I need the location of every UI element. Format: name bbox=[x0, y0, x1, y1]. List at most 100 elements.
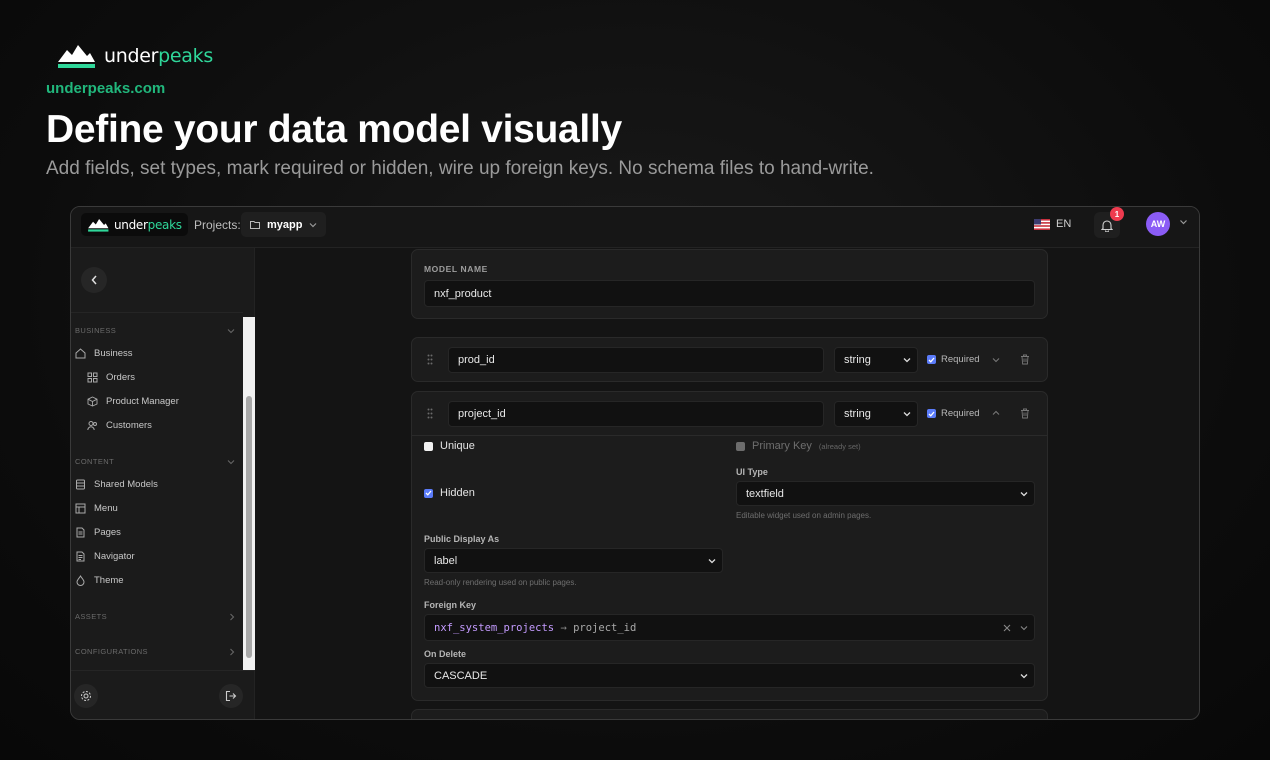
sidebar-scrollbar[interactable] bbox=[243, 317, 255, 671]
required-checkbox[interactable]: Required bbox=[927, 354, 980, 365]
logout-button[interactable] bbox=[219, 684, 243, 708]
chevron-right-icon bbox=[230, 648, 235, 655]
brand-logo: underpeaks bbox=[56, 42, 213, 70]
chevron-left-icon bbox=[91, 275, 97, 285]
required-checkbox[interactable]: Required bbox=[927, 408, 980, 419]
database-icon bbox=[76, 479, 85, 490]
foreign-key-label: Foreign Key bbox=[424, 600, 477, 610]
chevron-down-icon bbox=[227, 459, 235, 464]
field-name-input[interactable]: prod_id bbox=[448, 347, 824, 373]
field-row-expanded: project_id string Required Unique Primar… bbox=[411, 391, 1048, 701]
checkbox-checked-icon bbox=[424, 488, 433, 498]
model-name-input[interactable]: nxf_product bbox=[424, 280, 1035, 307]
drag-handle-icon[interactable] bbox=[427, 408, 433, 419]
notification-badge: 1 bbox=[1110, 207, 1124, 221]
sidebar-item-shared-models[interactable]: Shared Models bbox=[75, 479, 158, 490]
list-document-icon bbox=[76, 551, 85, 562]
sidebar: BUSINESS Business Orders Product Manager… bbox=[71, 248, 255, 719]
field-details-divider bbox=[412, 435, 1047, 436]
sidebar-item-theme[interactable]: Theme bbox=[75, 575, 124, 586]
sidebar-item-business[interactable]: Business bbox=[75, 348, 133, 359]
chevron-right-icon bbox=[230, 613, 235, 620]
chevron-up-icon[interactable] bbox=[992, 410, 1000, 416]
sidebar-item-orders[interactable]: Orders bbox=[87, 372, 135, 383]
droplet-icon bbox=[76, 575, 85, 586]
field-row: prod_id string Required bbox=[411, 337, 1048, 382]
public-display-label: Public Display As bbox=[424, 534, 500, 544]
sidebar-footer-divider bbox=[71, 670, 255, 671]
site-url: underpeaks.com bbox=[46, 80, 166, 97]
headline: Define your data model visually bbox=[46, 108, 622, 151]
section-assets[interactable]: ASSETS bbox=[75, 612, 235, 621]
trash-icon[interactable] bbox=[1020, 354, 1030, 365]
foreign-key-select[interactable]: nxf_system_projects → project_id bbox=[424, 614, 1035, 641]
ui-type-hint: Editable widget used on admin pages. bbox=[736, 511, 872, 520]
drag-handle-icon[interactable] bbox=[427, 354, 433, 365]
gear-icon bbox=[81, 691, 91, 701]
top-bar: underpeaks Projects: myapp EN 1 AW bbox=[71, 207, 1199, 248]
project-selector[interactable]: myapp bbox=[241, 212, 326, 237]
section-configurations[interactable]: CONFIGURATIONS bbox=[75, 647, 235, 656]
bell-icon bbox=[1101, 219, 1113, 232]
chevron-down-icon bbox=[903, 412, 911, 417]
app-wordmark: underpeaks bbox=[114, 217, 182, 232]
next-field-row bbox=[411, 709, 1048, 719]
field-type-select[interactable]: string bbox=[834, 401, 918, 427]
ui-type-select[interactable]: textfield bbox=[736, 481, 1035, 506]
model-name-card: MODEL NAME nxf_product bbox=[411, 249, 1048, 319]
settings-button[interactable] bbox=[74, 684, 98, 708]
ui-type-label: UI Type bbox=[736, 467, 768, 477]
document-icon bbox=[76, 527, 85, 538]
layout-icon bbox=[75, 503, 86, 514]
public-display-hint: Read-only rendering used on public pages… bbox=[424, 578, 577, 587]
chevron-down-icon bbox=[903, 358, 911, 363]
sidebar-item-customers[interactable]: Customers bbox=[87, 420, 152, 431]
language-code: EN bbox=[1056, 218, 1072, 230]
section-content[interactable]: CONTENT bbox=[75, 457, 235, 466]
foreign-key-value: nxf_system_projects → project_id bbox=[434, 621, 637, 634]
chevron-down-icon[interactable] bbox=[1179, 219, 1188, 225]
chevron-down-icon[interactable] bbox=[992, 357, 1000, 363]
field-type-select[interactable]: string bbox=[834, 347, 918, 373]
chevron-down-icon bbox=[708, 558, 716, 563]
user-avatar[interactable]: AW bbox=[1146, 212, 1170, 236]
language-selector[interactable]: EN bbox=[1034, 218, 1071, 230]
box-icon bbox=[87, 396, 98, 407]
projects-label: Projects: bbox=[194, 218, 241, 232]
chevron-down-icon bbox=[1020, 673, 1028, 678]
model-name-label: MODEL NAME bbox=[424, 264, 488, 274]
us-flag-icon bbox=[1034, 218, 1050, 230]
app-logo[interactable]: underpeaks bbox=[81, 213, 188, 236]
collapse-sidebar-button[interactable] bbox=[81, 267, 107, 293]
chevron-down-icon[interactable] bbox=[1020, 625, 1028, 631]
public-display-select[interactable]: label bbox=[424, 548, 723, 573]
sidebar-item-navigator[interactable]: Navigator bbox=[75, 551, 135, 562]
subheadline: Add fields, set types, mark required or … bbox=[46, 158, 874, 179]
logout-icon bbox=[225, 690, 237, 702]
folder-icon bbox=[250, 221, 260, 229]
sidebar-item-pages[interactable]: Pages bbox=[75, 527, 121, 538]
sidebar-item-product-manager[interactable]: Product Manager bbox=[87, 396, 179, 407]
chevron-down-icon bbox=[227, 328, 235, 333]
on-delete-label: On Delete bbox=[424, 649, 467, 659]
trash-icon[interactable] bbox=[1020, 408, 1030, 419]
grid-icon bbox=[87, 372, 98, 383]
on-delete-select[interactable]: CASCADE bbox=[424, 663, 1035, 688]
clear-icon[interactable] bbox=[1003, 624, 1011, 632]
section-business[interactable]: BUSINESS bbox=[75, 326, 235, 335]
scrollbar-thumb[interactable] bbox=[246, 396, 252, 658]
mountain-logo-icon bbox=[88, 218, 109, 232]
checkbox-unchecked-icon bbox=[424, 441, 433, 451]
checkbox-disabled-icon bbox=[736, 441, 745, 451]
primary-key-note: (already set) bbox=[818, 441, 861, 451]
brand-wordmark: underpeaks bbox=[104, 45, 213, 67]
checkbox-checked-icon bbox=[927, 355, 936, 364]
chevron-down-icon bbox=[1020, 491, 1028, 496]
sidebar-divider bbox=[71, 312, 243, 313]
hidden-checkbox[interactable]: Hidden bbox=[424, 487, 475, 499]
sidebar-item-menu[interactable]: Menu bbox=[75, 503, 118, 514]
checkbox-checked-icon bbox=[927, 409, 936, 418]
field-name-input[interactable]: project_id bbox=[448, 401, 824, 427]
mountain-logo-icon bbox=[58, 45, 95, 68]
unique-checkbox[interactable]: Unique bbox=[424, 440, 475, 452]
